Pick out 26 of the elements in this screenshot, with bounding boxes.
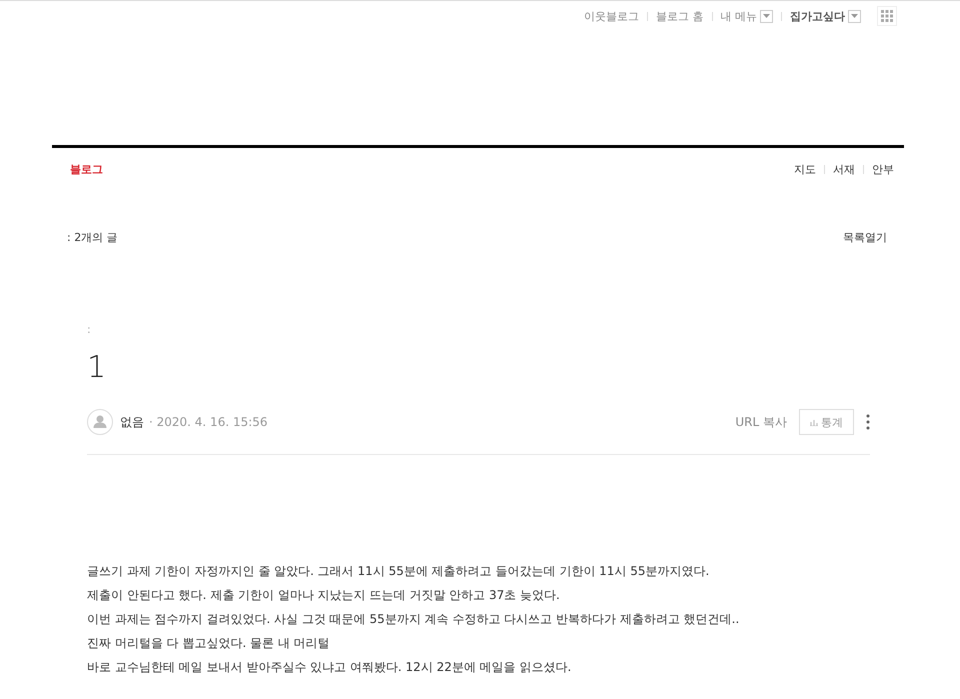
post-date: · 2020. 4. 16. 15:56 [149, 415, 268, 429]
avatar-icon [87, 409, 113, 435]
dropdown-icon[interactable] [760, 10, 773, 22]
top-link[interactable]: 블로그 홈 [656, 8, 704, 24]
user-link[interactable]: 집가고싶다 [790, 8, 845, 24]
body-paragraph: 진짜 머리털을 다 뽑고싶었다. 물론 내 머리털 [87, 635, 331, 652]
apps-grid-icon[interactable] [877, 6, 897, 26]
body-paragraph: 제출이 안된다고 했다. 제출 기한이 얼마나 지났는지 뜨는데 거짓말 안하고 37초 늦었다. [87, 587, 561, 604]
bar-chart-icon [810, 418, 818, 426]
dropdown-icon[interactable] [848, 10, 861, 22]
body-paragraph: 이번 과제는 점수까지 걸려있었다. 사실 그것 때문에 55분까지 계속 수정하고 다시쓰고 반복하다가 제출하려고 했던건데.. [87, 611, 740, 628]
post-title: 1 [87, 350, 108, 385]
post-count: : 2개의 글 [67, 230, 118, 245]
blog-nav-link[interactable]: 지도 [794, 162, 816, 177]
my-menu-link[interactable]: 내 메뉴 [720, 8, 757, 24]
blog-title[interactable]: 블로그 [70, 162, 103, 177]
blog-nav-link[interactable]: 안부 [872, 162, 894, 177]
body-paragraph: 글쓰기 과제 기한이 자정까지인 줄 알았다. 그래서 11시 55분에 제출하려고 들어갔는데 기한이 11시 55분까지였다. [87, 563, 710, 580]
url-copy-link[interactable]: URL 복사 [735, 414, 787, 430]
blog-nav-link[interactable]: 서재 [833, 162, 855, 177]
more-options-icon[interactable] [866, 414, 870, 430]
author-name[interactable]: 없음 [120, 414, 144, 430]
top-link[interactable]: 이웃블로그 [584, 8, 639, 24]
category-label: : [87, 323, 92, 336]
body-paragraph: 바로 교수님한테 메일 보내서 받아주실수 있냐고 여쭤봤다. 12시 22분에 메일을 읽으셨다. [87, 659, 572, 676]
list-toggle-link[interactable]: 목록열기 [843, 230, 887, 245]
